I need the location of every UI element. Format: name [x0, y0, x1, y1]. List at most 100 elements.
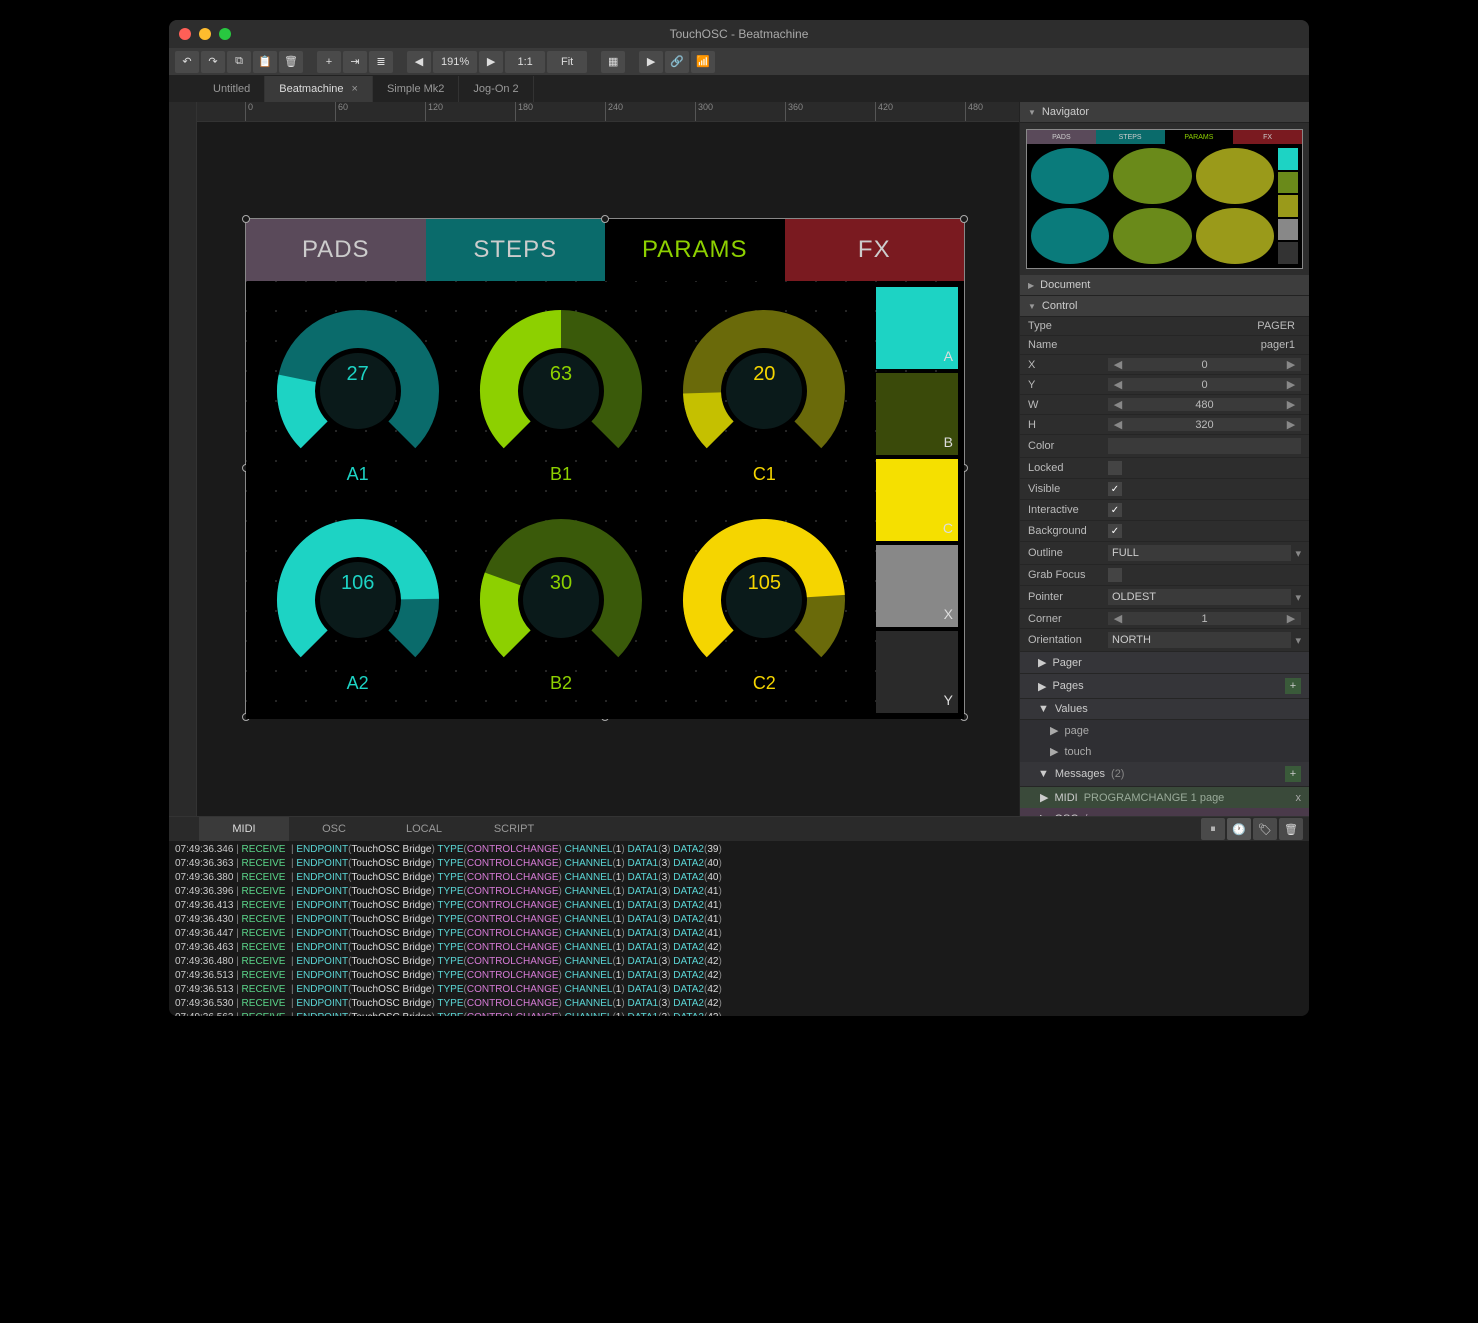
values-section[interactable]: ▼Values	[1020, 699, 1309, 720]
log-tab-midi[interactable]: MIDI	[199, 817, 289, 841]
fit-button[interactable]: Fit	[547, 51, 587, 73]
window-title: TouchOSC - Beatmachine	[670, 27, 809, 41]
log-clear-button[interactable]: 🗑	[1279, 818, 1303, 840]
pager-control[interactable]: PADS STEPS PARAMS FX 27A1 63B1 20C1	[246, 219, 964, 717]
document-tab[interactable]: Simple Mk2	[373, 76, 459, 102]
prop-background[interactable]: Background✓	[1020, 521, 1309, 542]
log-tab-local[interactable]: LOCAL	[379, 817, 469, 841]
maximize-icon[interactable]	[219, 28, 231, 40]
pager-body: 27A1 63B1 20C1 106A2 30B2 105C2 ABCXY	[246, 281, 964, 719]
messages-section[interactable]: ▼Messages(2)+	[1020, 762, 1309, 787]
close-icon[interactable]	[179, 28, 191, 40]
swatch-y[interactable]: Y	[876, 631, 958, 713]
prop-locked[interactable]: Locked	[1020, 458, 1309, 479]
log-pause-button[interactable]: ⏸	[1201, 818, 1225, 840]
scale-button[interactable]: 1:1	[505, 51, 545, 73]
layers-button[interactable]: ≣	[369, 51, 393, 73]
zoom-value[interactable]: 191%	[433, 51, 477, 73]
minimize-icon[interactable]	[199, 28, 211, 40]
swatch-c[interactable]: C	[876, 459, 958, 541]
undo-button[interactable]: ↶	[175, 51, 199, 73]
delete-icon[interactable]: x	[1296, 792, 1302, 804]
navigator-preview[interactable]: PADS STEPS PARAMS FX	[1026, 129, 1303, 269]
import-button[interactable]: ⇥	[343, 51, 367, 73]
prop-interactive[interactable]: Interactive✓	[1020, 500, 1309, 521]
knob-b1[interactable]: 63B1	[459, 291, 662, 500]
nav-swatch	[1278, 242, 1298, 264]
nav-tab-params: PARAMS	[1165, 130, 1234, 144]
prop-grabfocus[interactable]: Grab Focus	[1020, 565, 1309, 586]
log-clock-button[interactable]: 🕐	[1227, 818, 1251, 840]
prop-outline[interactable]: OutlineFULL▾	[1020, 542, 1309, 565]
copy-button[interactable]: ⧉	[227, 51, 251, 73]
swatch-a[interactable]: A	[876, 287, 958, 369]
knob-a1[interactable]: 27A1	[256, 291, 459, 500]
log-line: 07:49:36.447 | RECEIVE | ENDPOINT(TouchO…	[175, 927, 1303, 941]
prop-orientation[interactable]: OrientationNORTH▾	[1020, 629, 1309, 652]
swatch-b[interactable]: B	[876, 373, 958, 455]
add-page-button[interactable]: +	[1285, 678, 1301, 694]
tab-params[interactable]: PARAMS	[605, 219, 785, 281]
play-button[interactable]: ▶	[639, 51, 663, 73]
prop-color[interactable]: Color	[1020, 435, 1309, 458]
value-page[interactable]: ▶page	[1020, 720, 1309, 741]
knob-a2[interactable]: 106A2	[256, 500, 459, 709]
message-midi[interactable]: ▶MIDIPROGRAMCHANGE 1 pagex	[1020, 787, 1309, 808]
prop-h[interactable]: H◀320▶	[1020, 415, 1309, 435]
nav-knob	[1196, 208, 1274, 264]
selection-box[interactable]: PADS STEPS PARAMS FX 27A1 63B1 20C1	[245, 218, 965, 718]
paste-button[interactable]: 📋	[253, 51, 277, 73]
log-line: 07:49:36.413 | RECEIVE | ENDPOINT(TouchO…	[175, 899, 1303, 913]
document-tab[interactable]: Jog-On 2	[459, 76, 533, 102]
document-tab[interactable]: Beatmachine×	[265, 76, 373, 102]
log-output[interactable]: 07:49:36.346 | RECEIVE | ENDPOINT(TouchO…	[169, 841, 1309, 1016]
link-button[interactable]: 🔗	[665, 51, 689, 73]
log-line: 07:49:36.463 | RECEIVE | ENDPOINT(TouchO…	[175, 941, 1303, 955]
add-button[interactable]: +	[317, 51, 341, 73]
canvas[interactable]: 060120180240300360420480 PADS STEPS	[197, 102, 1019, 816]
wifi-button[interactable]: 📶	[691, 51, 715, 73]
knob-c1[interactable]: 20C1	[663, 291, 866, 500]
log-tag-button[interactable]: 🏷	[1253, 818, 1277, 840]
main-area: 060120180240300360420480 PADS STEPS	[169, 102, 1309, 816]
nav-tab-pads: PADS	[1027, 130, 1096, 144]
app-window: TouchOSC - Beatmachine ↶ ↷ ⧉ 📋 🗑 + ⇥ ≣ ◀…	[169, 20, 1309, 1016]
redo-button[interactable]: ↷	[201, 51, 225, 73]
zoom-next-button[interactable]: ▶	[479, 51, 503, 73]
prop-y[interactable]: Y◀0▶	[1020, 375, 1309, 395]
prop-visible[interactable]: Visible✓	[1020, 479, 1309, 500]
close-icon[interactable]: ×	[352, 83, 358, 95]
log-tab-osc[interactable]: OSC	[289, 817, 379, 841]
resize-handle[interactable]	[960, 215, 968, 223]
document-tab[interactable]: Untitled	[199, 76, 265, 102]
prop-pointer[interactable]: PointerOLDEST▾	[1020, 586, 1309, 609]
tab-steps[interactable]: STEPS	[426, 219, 606, 281]
control-header[interactable]: ▼Control	[1020, 296, 1309, 317]
log-tab-script[interactable]: SCRIPT	[469, 817, 559, 841]
swatch-x[interactable]: X	[876, 545, 958, 627]
navigator-header[interactable]: ▼Navigator	[1020, 102, 1309, 123]
prop-x[interactable]: X◀0▶	[1020, 355, 1309, 375]
delete-button[interactable]: 🗑	[279, 51, 303, 73]
document-header[interactable]: ▶Document	[1020, 275, 1309, 296]
zoom-prev-button[interactable]: ◀	[407, 51, 431, 73]
prop-name[interactable]: Namepager1	[1020, 336, 1309, 355]
nav-swatch	[1278, 195, 1298, 217]
tab-fx[interactable]: FX	[785, 219, 965, 281]
resize-handle[interactable]	[601, 215, 609, 223]
resize-handle[interactable]	[242, 215, 250, 223]
knob-b2[interactable]: 30B2	[459, 500, 662, 709]
pager-section[interactable]: ▶Pager	[1020, 652, 1309, 674]
prop-corner[interactable]: Corner◀1▶	[1020, 609, 1309, 629]
log-line: 07:49:36.513 | RECEIVE | ENDPOINT(TouchO…	[175, 969, 1303, 983]
message-osc[interactable]: ▶OSC/page pagex	[1020, 808, 1309, 816]
grid-button[interactable]: ▦	[601, 51, 625, 73]
add-message-button[interactable]: +	[1285, 766, 1301, 782]
navigator: PADS STEPS PARAMS FX	[1020, 123, 1309, 275]
tab-pads[interactable]: PADS	[246, 219, 426, 281]
prop-w[interactable]: W◀480▶	[1020, 395, 1309, 415]
pages-section[interactable]: ▶Pages+	[1020, 674, 1309, 699]
knob-c2[interactable]: 105C2	[663, 500, 866, 709]
value-touch[interactable]: ▶touch	[1020, 741, 1309, 762]
nav-swatch	[1278, 148, 1298, 170]
